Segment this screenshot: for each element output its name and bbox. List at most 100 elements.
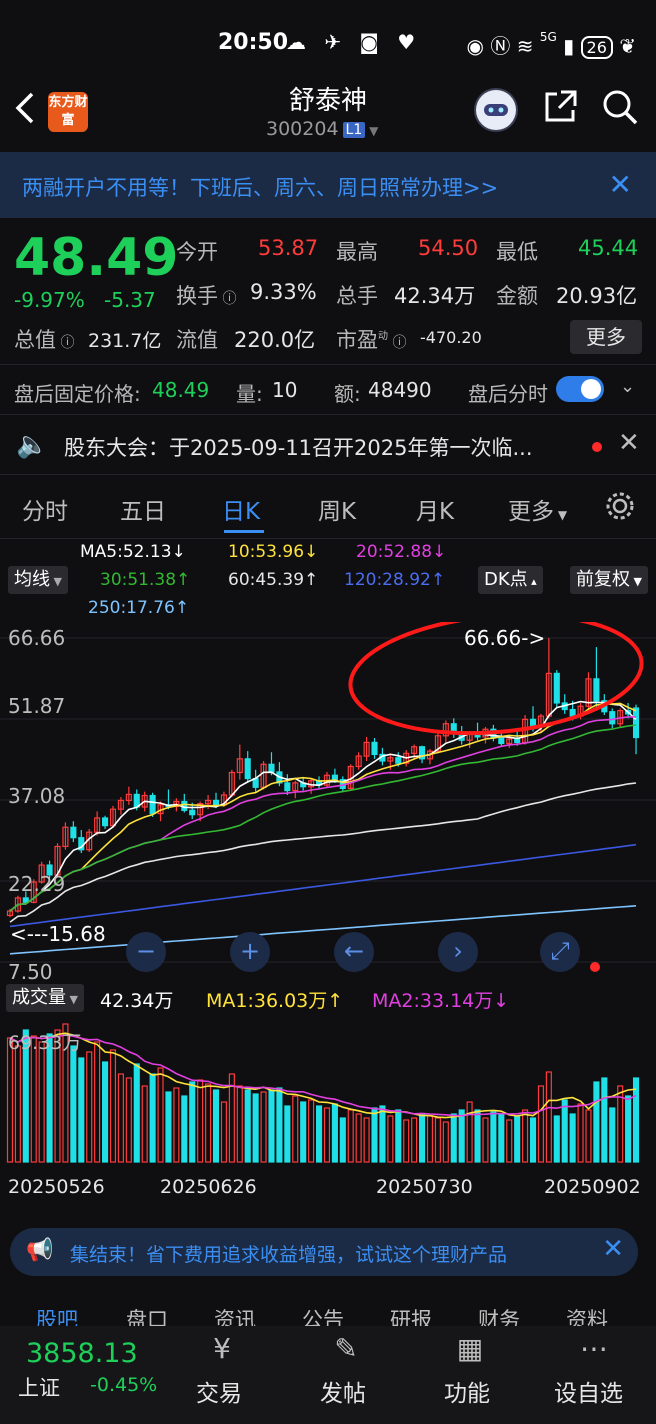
dk-point-button[interactable]: DK点 ▴ [478,566,543,594]
tab-5day[interactable]: 五日 [120,492,166,526]
volume-bar [593,1081,600,1163]
volume-bar [133,1063,140,1163]
low-label: 最低 [496,240,538,264]
speaker-icon: 🔈 [16,430,49,460]
open-label: 今开 [176,240,218,264]
candle [553,672,560,704]
volume-bar [252,1093,259,1163]
volume-bar [197,1079,204,1163]
search-icon[interactable] [600,88,640,128]
tab-more[interactable]: 更多 ▼ [508,492,567,526]
nav-functions[interactable]: 功能 [444,1374,490,1408]
mktcap-value: 231.7亿 [88,330,162,352]
wifi-icon: ≋ [516,34,534,58]
margin-promo-banner[interactable]: 两融开户不用等！下班后、周六、周日照常办理>> ✕ [0,152,656,218]
max-price-annotation: 66.66-> [464,626,546,650]
gear-icon[interactable] [604,490,636,528]
volume-bar [292,1095,299,1163]
pan-right-icon[interactable]: › [438,932,478,972]
more-dots-icon[interactable]: ⋯ [574,1332,614,1366]
info-icon: ⓘ [218,291,237,307]
index-value[interactable]: 3858.13 [26,1338,138,1369]
ad-text[interactable]: 集结束！省下费用追求收益增强，试试这个理财产品 [70,1240,590,1267]
tab-daily-k[interactable]: 日K [222,492,260,526]
volume-bar [545,1071,552,1163]
timeshare-label: 盘后分时 [468,382,548,406]
candle [268,763,275,773]
volume-bar [609,1107,616,1163]
ma5-line [9,700,637,912]
volume-bar [347,1109,354,1163]
volume-bar [553,1115,560,1163]
index-change: -0.45% [90,1374,158,1396]
nav-post[interactable]: 发帖 [320,1374,366,1408]
close-icon[interactable]: ✕ [602,1234,624,1264]
grid-icon[interactable]: ▦ [450,1332,490,1366]
after-hours-toggle[interactable] [556,376,604,402]
index-name[interactable]: 上证 [18,1372,60,1402]
volume-bar [395,1109,402,1163]
indicator-selector[interactable]: 成交量 ▼ [6,984,84,1012]
pan-left-icon[interactable]: ← [334,932,374,972]
volume-current: 42.34万 [100,990,174,1012]
assistant-robot-icon[interactable] [474,88,518,132]
close-icon[interactable]: ✕ [618,428,640,458]
nav-watchlist[interactable]: 设自选 [554,1374,623,1408]
post-icon[interactable]: ✎ [326,1332,366,1366]
fullscreen-icon[interactable]: ⤢ [540,932,580,972]
x-axis-label: 20250902 [544,1176,641,1198]
volume-bar [117,1073,124,1163]
mktcap-label[interactable]: 总值 ⓘ [14,324,74,354]
volume-bar [426,1115,434,1163]
volume-ma2: MA2:33.14万↓ [372,990,510,1012]
ma250-value: 250:17.76↑ [88,598,190,618]
last-price: 48.49 [14,228,179,288]
ma-selector[interactable]: 均线 ▼ [8,566,68,594]
volume-label: 总手 [336,284,378,308]
volume-bar [14,1045,21,1163]
divider [0,538,656,539]
stock-code-row[interactable]: 300204 L1 ▼ [266,118,378,140]
volume-bar [268,1089,275,1163]
nav-trade[interactable]: 交易 [196,1374,242,1408]
volume-bar [157,1067,164,1163]
promo-ad-bar[interactable]: 📢 集结束！省下费用追求收益增强，试试这个理财产品 ✕ [10,1228,638,1276]
share-icon[interactable] [540,88,580,128]
fixed-price-value: 48.49 [152,378,210,402]
more-button[interactable]: 更多 [570,320,642,354]
volume-bar [506,1119,513,1163]
tab-monthly-k[interactable]: 月K [416,492,454,526]
zoom-in-icon[interactable]: + [230,932,270,972]
volume-bar [632,1077,640,1163]
zoom-out-icon[interactable]: − [126,932,166,972]
turnover-label[interactable]: 换手 ⓘ [176,280,236,310]
megaphone-icon: 📢 [26,1238,54,1263]
chevron-down-icon[interactable]: ⌄ [620,376,635,397]
volume-bar [355,1113,362,1163]
volume-chart[interactable] [0,1012,656,1164]
candle [395,757,402,764]
volume-bar [125,1077,132,1163]
trade-icon[interactable]: ¥ [202,1332,242,1366]
volume-bar [323,1107,331,1163]
pe-label[interactable]: 市盈动 ⓘ [336,324,406,354]
adjust-button[interactable]: 前复权 ▼ [570,566,648,594]
tab-intraday[interactable]: 分时 [22,492,68,526]
chevron-down-icon: ▼ [365,124,379,138]
ma10-value: 10:53.96↓ [228,542,319,562]
active-tab-indicator [224,530,264,533]
change-pct: -9.97% [14,288,85,312]
close-icon[interactable]: ✕ [609,168,632,201]
candle [529,718,537,727]
banner-text[interactable]: 两融开户不用等！下班后、周六、周日照常办理>> [22,172,498,202]
stock-code: 300204 [266,118,339,140]
volume-bar [102,1061,109,1163]
volume-bar [363,1117,370,1163]
volume-bar [403,1119,410,1163]
amt-value: 48490 [368,378,432,402]
tab-weekly-k[interactable]: 周K [318,492,356,526]
float-value: 220.0亿 [234,328,316,352]
volume-bar [442,1121,449,1163]
notice-text[interactable]: 股东大会：于2025-09-11召开2025年第一次临... [64,432,574,462]
volume-bar [244,1089,251,1163]
